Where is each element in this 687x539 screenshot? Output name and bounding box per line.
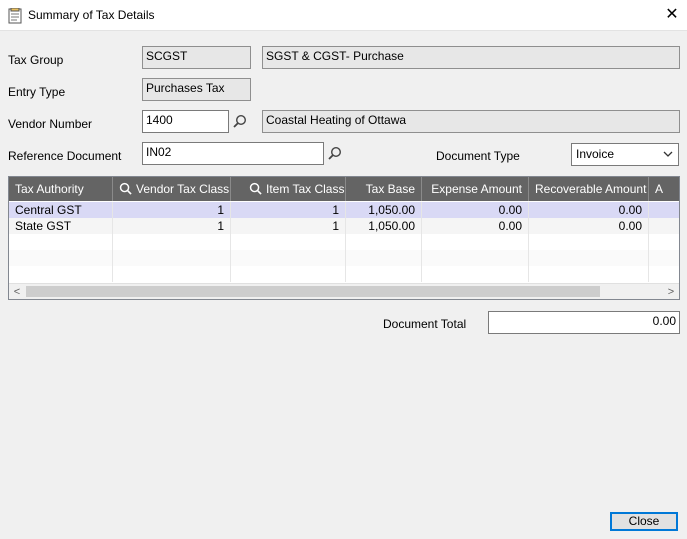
scrollbar-thumb[interactable] [26,286,600,297]
chevron-down-icon [663,151,673,157]
empty-row [9,250,679,266]
close-icon[interactable]: ✕ [660,4,684,26]
scroll-right-icon[interactable]: > [663,284,679,299]
cell-item-tax-class: 1 [231,218,346,234]
column-header-partial[interactable]: A [649,177,679,201]
magnifier-icon[interactable] [119,182,132,195]
magnifier-icon[interactable] [328,146,342,160]
table-row[interactable]: Central GST 1 1 1,050.00 0.00 0.00 [9,202,679,218]
tax-group-field: SCGST [142,46,251,69]
entry-type-label: Entry Type [8,85,66,99]
cell-recoverable-amount: 0.00 [529,202,649,218]
cell-tax-base: 1,050.00 [346,202,422,218]
document-type-select[interactable]: Invoice [571,143,679,166]
reference-document-field[interactable]: IN02 [142,142,324,165]
reference-document-label: Reference Document [8,149,122,163]
vendor-name-field: Coastal Heating of Ottawa [262,110,680,133]
cell-tax-authority: Central GST [9,202,113,218]
cell-expense-amount: 0.00 [422,218,529,234]
cell-vendor-tax-class: 1 [113,218,231,234]
cell-vendor-tax-class: 1 [113,202,231,218]
document-total-field: 0.00 [488,311,680,334]
window-title: Summary of Tax Details [28,8,155,22]
cell-expense-amount: 0.00 [422,202,529,218]
scroll-left-icon[interactable]: < [9,284,25,299]
document-icon [8,8,22,24]
entry-type-field: Purchases Tax [142,78,251,101]
tax-details-grid[interactable]: Tax Authority Vendor Tax Class Item Tax … [8,176,680,300]
column-header-vendor-tax-class[interactable]: Vendor Tax Class [113,177,231,201]
column-header-tax-authority[interactable]: Tax Authority [9,177,113,201]
horizontal-scrollbar[interactable]: < > [9,283,679,299]
empty-row [9,234,679,250]
magnifier-icon[interactable] [249,182,262,195]
document-type-value: Invoice [576,147,615,161]
cell-recoverable-amount: 0.00 [529,218,649,234]
column-header-item-tax-class[interactable]: Item Tax Class [231,177,346,201]
tax-group-description: SGST & CGST- Purchase [262,46,680,69]
empty-row [9,266,679,282]
column-header-recoverable-amount[interactable]: Recoverable Amount [529,177,649,201]
grid-header: Tax Authority Vendor Tax Class Item Tax … [9,177,679,201]
magnifier-icon[interactable] [233,114,247,128]
vendor-number-field[interactable]: 1400 [142,110,229,133]
table-row[interactable]: State GST 1 1 1,050.00 0.00 0.00 [9,218,679,234]
cell-tax-authority: State GST [9,218,113,234]
cell-tax-base: 1,050.00 [346,218,422,234]
cell-item-tax-class: 1 [231,202,346,218]
close-button[interactable]: Close [610,512,678,531]
title-bar: Summary of Tax Details ✕ [0,0,687,31]
tax-group-label: Tax Group [8,53,64,67]
document-type-label: Document Type [436,149,520,163]
column-header-tax-base[interactable]: Tax Base [346,177,422,201]
vendor-number-label: Vendor Number [8,117,93,131]
document-total-label: Document Total [383,317,467,331]
column-header-expense-amount[interactable]: Expense Amount [422,177,529,201]
